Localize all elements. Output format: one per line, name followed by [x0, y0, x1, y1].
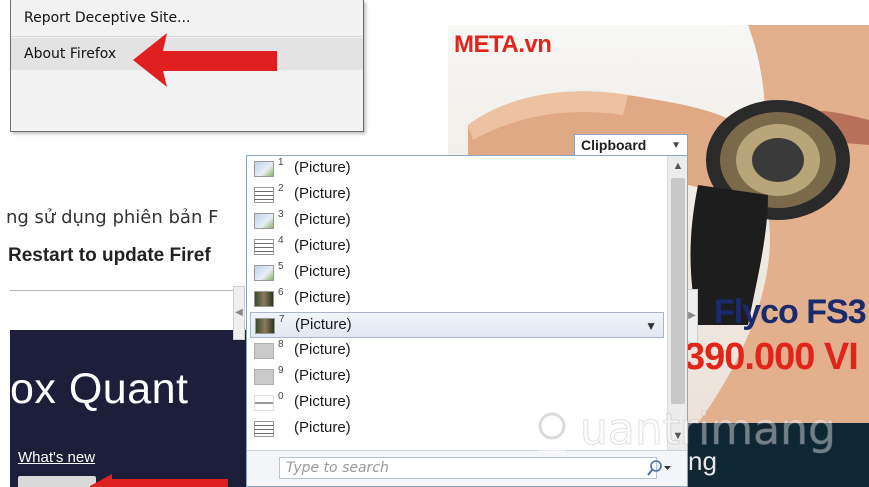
clipboard-item[interactable]: 2 (Picture) [250, 182, 664, 208]
item-label: (Picture) [294, 289, 351, 306]
search-placeholder: Type to search [286, 460, 389, 476]
red-arrow-icon [90, 474, 228, 487]
picture-thumbnail-icon [254, 187, 274, 203]
item-label: (Picture) [294, 419, 351, 436]
picture-thumbnail-icon [254, 213, 274, 229]
chevron-down-icon: ▼ [671, 140, 681, 151]
ad-price: 390.000 VI [684, 336, 859, 378]
clipboard-header[interactable]: Clipboard ▼ [574, 134, 688, 156]
banner-button[interactable] [18, 476, 96, 487]
red-arrow-icon [133, 33, 277, 87]
scrollbar-thumb[interactable] [671, 178, 685, 404]
picture-thumbnail-icon [254, 369, 274, 385]
picture-thumbnail-icon [254, 161, 274, 177]
clipboard-item[interactable]: 1 (Picture) [250, 156, 664, 182]
picture-thumbnail-icon [254, 291, 274, 307]
item-dropdown-icon[interactable]: ▼ [645, 319, 657, 333]
search-icon[interactable] [646, 460, 672, 476]
clipboard-item[interactable]: 6 (Picture) [250, 286, 664, 312]
clipboard-item-selected[interactable]: 7 (Picture) ▼ [250, 312, 664, 338]
item-label: (Picture) [294, 263, 351, 280]
clipboard-item[interactable]: 8 (Picture) [250, 338, 664, 364]
picture-thumbnail-icon [254, 343, 274, 359]
divider [10, 290, 245, 291]
item-number: 3 [278, 209, 284, 220]
item-number: 6 [278, 287, 284, 298]
chevron-up-icon[interactable]: ▲ [668, 160, 688, 172]
item-label: (Picture) [294, 185, 351, 202]
clipboard-item[interactable]: 4 (Picture) [250, 234, 664, 260]
quantrimang-watermark-logo: uantrimang [524, 398, 836, 456]
picture-thumbnail-icon [255, 318, 275, 334]
menu-item-label: Report Deceptive Site... [24, 10, 191, 26]
picture-thumbnail-icon [254, 395, 274, 411]
picture-thumbnail-icon [254, 421, 274, 437]
item-number: 7 [279, 314, 285, 325]
whats-new-link[interactable]: What's new [18, 449, 95, 466]
item-label: (Picture) [295, 316, 352, 333]
picture-thumbnail-icon [254, 239, 274, 255]
item-label: (Picture) [294, 367, 351, 384]
clipboard-item[interactable]: 5 (Picture) [250, 260, 664, 286]
ad-logo: META.vn [454, 31, 552, 58]
menu-item-label: About Firefox [24, 46, 117, 62]
clipboard-item[interactable]: 9 (Picture) [250, 364, 664, 390]
item-number: 2 [278, 183, 284, 194]
item-label: (Picture) [294, 211, 351, 228]
clipboard-title: Clipboard [581, 137, 647, 153]
page-text-version: ng sử dụng phiên bản F [6, 207, 219, 228]
carousel-left-arrow[interactable]: ◀ [233, 286, 245, 340]
item-number: 0 [278, 391, 284, 402]
menu-item-report-deceptive-site[interactable]: Report Deceptive Site... [11, 0, 363, 36]
item-number: 1 [278, 157, 284, 168]
item-number: 8 [278, 339, 284, 350]
item-label: (Picture) [294, 159, 351, 176]
item-number: 9 [278, 365, 284, 376]
item-label: (Picture) [294, 393, 351, 410]
item-number: 5 [278, 261, 284, 272]
item-label: (Picture) [294, 237, 351, 254]
picture-thumbnail-icon [254, 265, 274, 281]
ad-product-name: Flyco FS3 [714, 293, 867, 331]
item-number: 4 [278, 235, 284, 246]
page-text-restart: Restart to update Firef [8, 245, 211, 266]
clipboard-item[interactable]: 3 (Picture) [250, 208, 664, 234]
banner-heading: ox Quant [10, 365, 189, 413]
item-label: (Picture) [294, 341, 351, 358]
svg-text:uantrimang: uantrimang [580, 404, 836, 455]
